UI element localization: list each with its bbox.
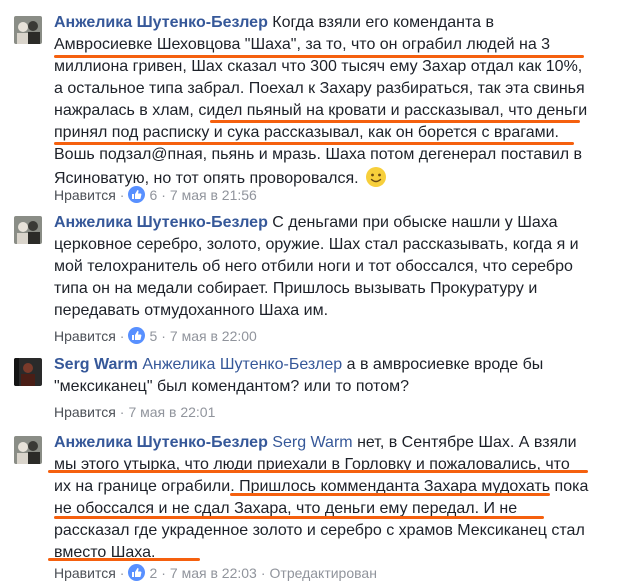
avatar[interactable] [14,358,42,386]
comment-feed: Анжелика Шутенко-Безлер Когда взяли его … [0,0,632,588]
annotation-underline [54,516,544,519]
comment-body: Serg Warm Анжелика Шутенко-Безлер а в ам… [54,354,589,398]
comment-text: нет, в Сентябре Шах. А взяли мы этого ут… [54,434,589,561]
comment-author[interactable]: Анжелика Шутенко-Безлер [54,434,268,451]
annotation-underline [54,142,574,145]
avatar[interactable] [14,436,42,464]
comment-timestamp[interactable]: 7 мая в 22:00 [170,328,257,344]
annotation-underline [48,470,588,473]
separator: · [161,328,166,344]
comment-body: Анжелика Шутенко-Безлер Когда взяли его … [54,12,589,195]
comment-meta: Нравится · 6 · 7 мая в 21:56 [54,185,257,205]
annotation-underline [48,558,200,561]
avatar[interactable] [14,216,42,244]
separator: · [161,187,166,203]
annotation-underline [54,55,584,58]
separator: · [119,404,125,420]
comment-meta: Нравится · 7 мая в 22:01 [54,402,215,422]
comment-meta: Нравится · 5 · 7 мая в 22:00 [54,326,257,346]
comment-body: Анжелика Шутенко-Безлер С деньгами при о… [54,212,589,322]
separator: · [119,565,125,581]
comment-timestamp[interactable]: 7 мая в 21:56 [170,187,257,203]
comment-author[interactable]: Анжелика Шутенко-Безлер [54,214,268,231]
slightly-smiling-face-icon [365,166,387,195]
like-link[interactable]: Нравится [54,565,116,581]
mention-link[interactable]: Анжелика Шутенко-Безлер [142,356,342,373]
separator: · [119,328,125,344]
separator: · [161,565,166,581]
like-reaction-icon[interactable] [128,564,146,581]
avatar[interactable] [14,16,42,44]
comment-author[interactable]: Serg Warm [54,356,138,373]
comment-meta: Нравится · 2 · 7 мая в 22:03 · Отредактирован [54,563,377,583]
comment-text: Когда взяли его коменданта в Амвросиевке… [54,14,588,187]
edited-label[interactable]: Отредактирован [270,565,377,581]
comment-author[interactable]: Анжелика Шутенко-Безлер [54,14,268,31]
like-link[interactable]: Нравится [54,187,116,203]
like-link[interactable]: Нравится [54,404,116,420]
annotation-underline [230,493,550,496]
like-reaction-icon[interactable] [128,186,146,203]
mention-link[interactable]: Serg Warm [272,434,352,451]
separator: · [119,187,125,203]
comment-timestamp[interactable]: 7 мая в 22:03 [170,565,257,581]
comment-body: Анжелика Шутенко-Безлер Serg Warm нет, в… [54,432,589,564]
comment-timestamp[interactable]: 7 мая в 22:01 [128,404,215,420]
like-link[interactable]: Нравится [54,328,116,344]
separator: · [260,565,266,581]
like-reaction-icon[interactable] [128,327,146,344]
annotation-underline [210,120,580,123]
